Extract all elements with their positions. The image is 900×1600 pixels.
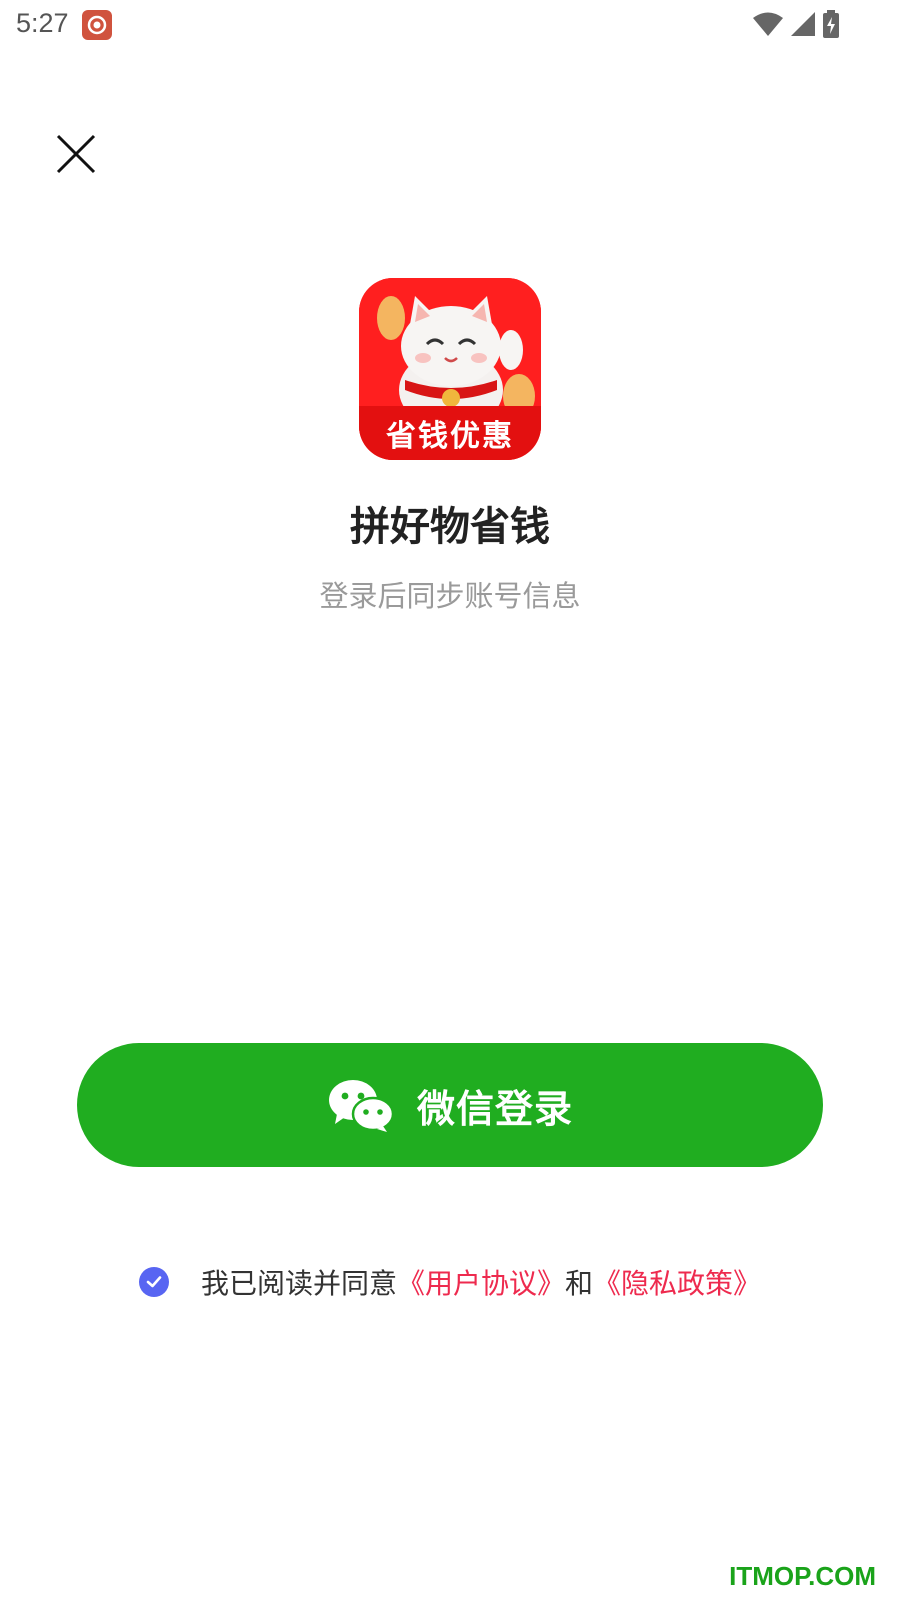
app-logo: 省钱优惠 [359,278,541,460]
wifi-icon [753,12,783,36]
wechat-icon [328,1080,395,1132]
agreement-conjunction: 和 [565,1267,594,1300]
watermark: ITMOP.COM [729,1561,876,1591]
agreement-checkbox[interactable] [138,1267,169,1297]
wechat-login-label: 微信登录 [416,1088,573,1131]
agreement-row: 我已阅读并同意 《用户协议》 和 《隐私政策》 [0,1262,900,1302]
status-bar: 5:27 [0,0,900,50]
status-icons [752,10,840,38]
user-agreement-link[interactable]: 《用户协议》 [397,1262,565,1302]
close-icon [56,134,96,174]
app-name: 拼好物省钱 [350,504,550,550]
privacy-policy-link[interactable]: 《隐私政策》 [593,1262,761,1302]
app-subtitle: 登录后同步账号信息 [319,579,581,613]
logo-banner: 省钱优惠 [359,406,541,460]
status-time: 5:27 [16,8,69,38]
wechat-login-button[interactable]: 微信登录 [77,1043,823,1167]
close-button[interactable] [54,132,98,176]
checkmark-icon [146,1276,162,1288]
signal-icon [791,12,815,36]
agreement-prefix: 我已阅读并同意 [200,1267,397,1300]
notification-app-icon [82,10,112,40]
battery-charging-icon [823,10,839,38]
